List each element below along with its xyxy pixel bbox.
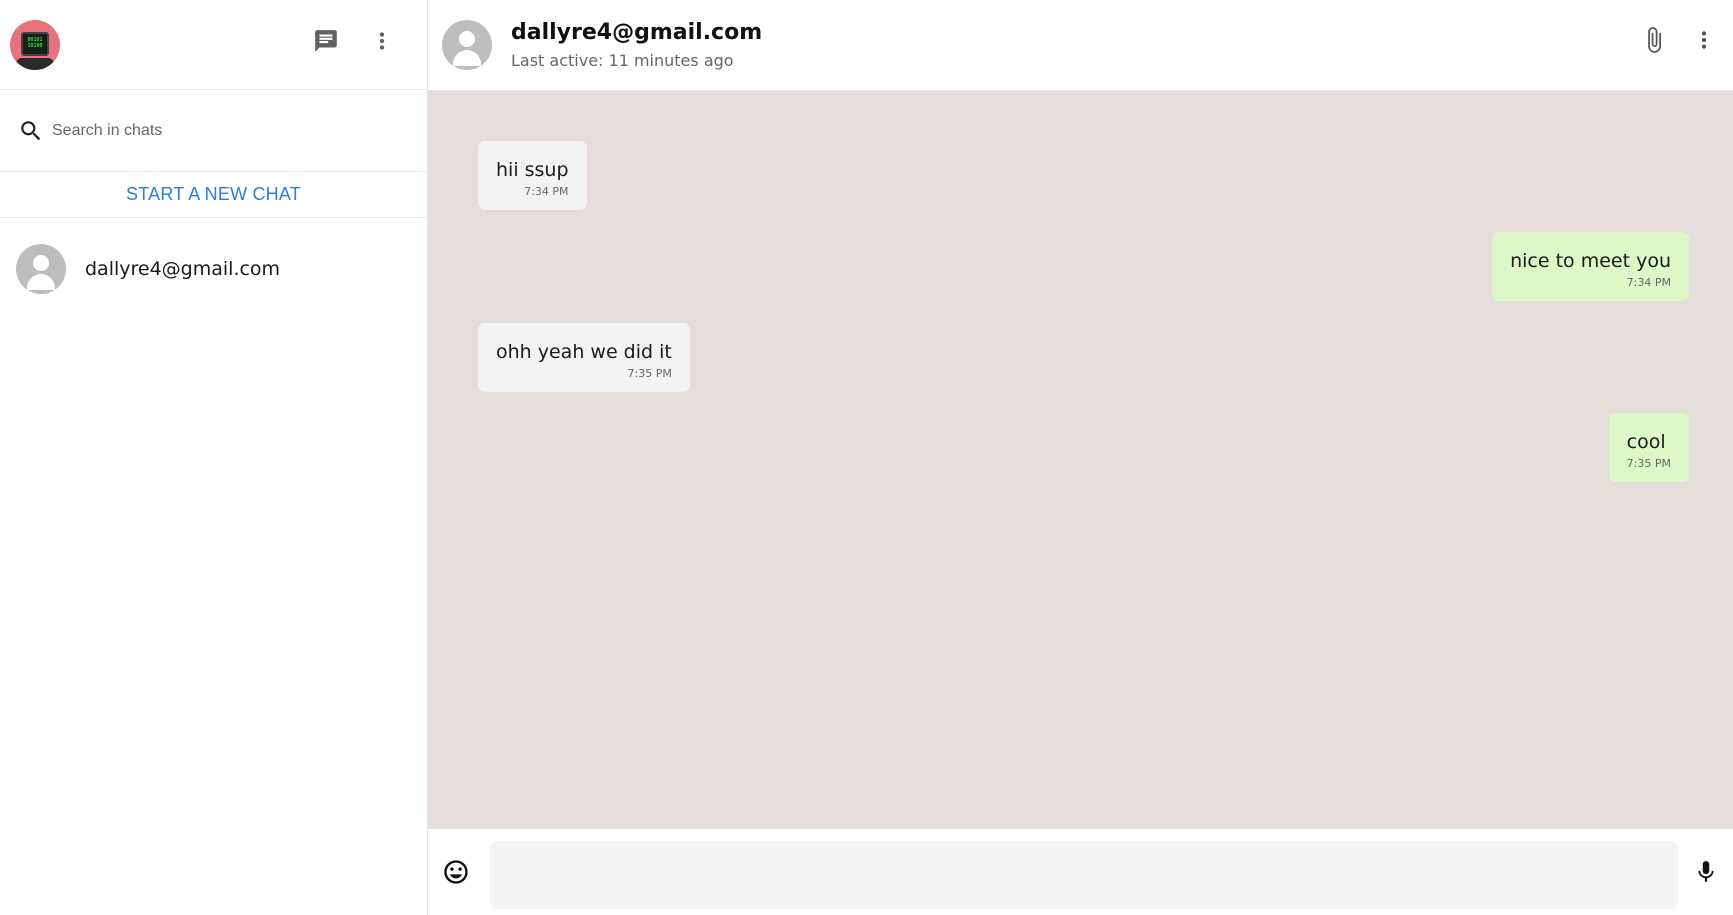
new-message-button[interactable] [311,26,341,56]
message-time: 7:35 PM [1626,457,1671,470]
profile-avatar[interactable]: 00101 10100 [10,19,60,70]
conversation-panel: dallyre4@gmail.com Last active: 11 minut… [428,0,1733,915]
message-text: cool [1626,431,1666,453]
mic-icon [1698,861,1714,882]
chat-list-item-name: dallyre4@gmail.com [85,258,281,280]
start-new-chat-button[interactable]: START A NEW CHAT [0,172,427,218]
conversation-avatar-icon[interactable] [442,20,492,70]
voice-record-button[interactable] [1691,857,1721,887]
more-vert-icon [379,32,385,50]
sidebar-menu-button[interactable] [367,26,397,56]
message-time: 7:34 PM [1626,276,1671,289]
message-bubble-incoming: ohh yeah we did it 7:35 PM [478,323,690,392]
chat-list-item[interactable]: dallyre4@gmail.com [0,218,427,320]
search-input[interactable] [52,121,382,140]
message-composer [428,829,1733,915]
contact-avatar-icon [16,244,66,294]
sidebar: 00101 10100 Search in chats START A NEW … [0,0,428,915]
conversation-header-actions [1639,25,1719,55]
more-vert-icon [1701,31,1707,49]
message-text: nice to meet you [1510,250,1671,272]
message-bubble-incoming: hii ssup 7:34 PM [478,141,587,210]
logo-base [16,57,54,70]
chat-app: 00101 10100 Search in chats START A NEW … [0,0,1733,915]
attach-icon [1648,27,1661,53]
search-icon [21,120,41,140]
logo-screen-text: 00101 10100 [26,36,44,51]
chat-search [0,90,427,172]
sidebar-header-actions [311,26,397,56]
last-active-status: Last active: 11 minutes ago [511,51,734,70]
message-list[interactable]: hii ssup 7:34 PM nice to meet you 7:34 P… [428,91,1733,829]
sidebar-header: 00101 10100 [0,0,427,90]
emoji-button[interactable] [441,857,471,887]
message-time: 7:35 PM [627,367,672,380]
message-bubble-outgoing: cool 7:35 PM [1608,413,1689,482]
conversation-title: dallyre4@gmail.com [511,20,763,45]
conversation-info: dallyre4@gmail.com Last active: 11 minut… [511,20,762,70]
message-input[interactable] [490,841,1678,909]
chat-icon [315,30,337,52]
message-bubble-outgoing: nice to meet you 7:34 PM [1492,232,1689,301]
message-input-wrapper [490,841,1678,909]
conversation-header: dallyre4@gmail.com Last active: 11 minut… [428,0,1733,91]
emoji-icon [444,860,468,884]
computer-logo-icon: 00101 10100 [21,31,49,56]
message-text: ohh yeah we did it [496,341,672,363]
attach-button[interactable] [1639,25,1669,55]
conversation-menu-button[interactable] [1689,25,1719,55]
message-text: hii ssup [496,159,569,181]
message-time: 7:34 PM [524,185,569,198]
